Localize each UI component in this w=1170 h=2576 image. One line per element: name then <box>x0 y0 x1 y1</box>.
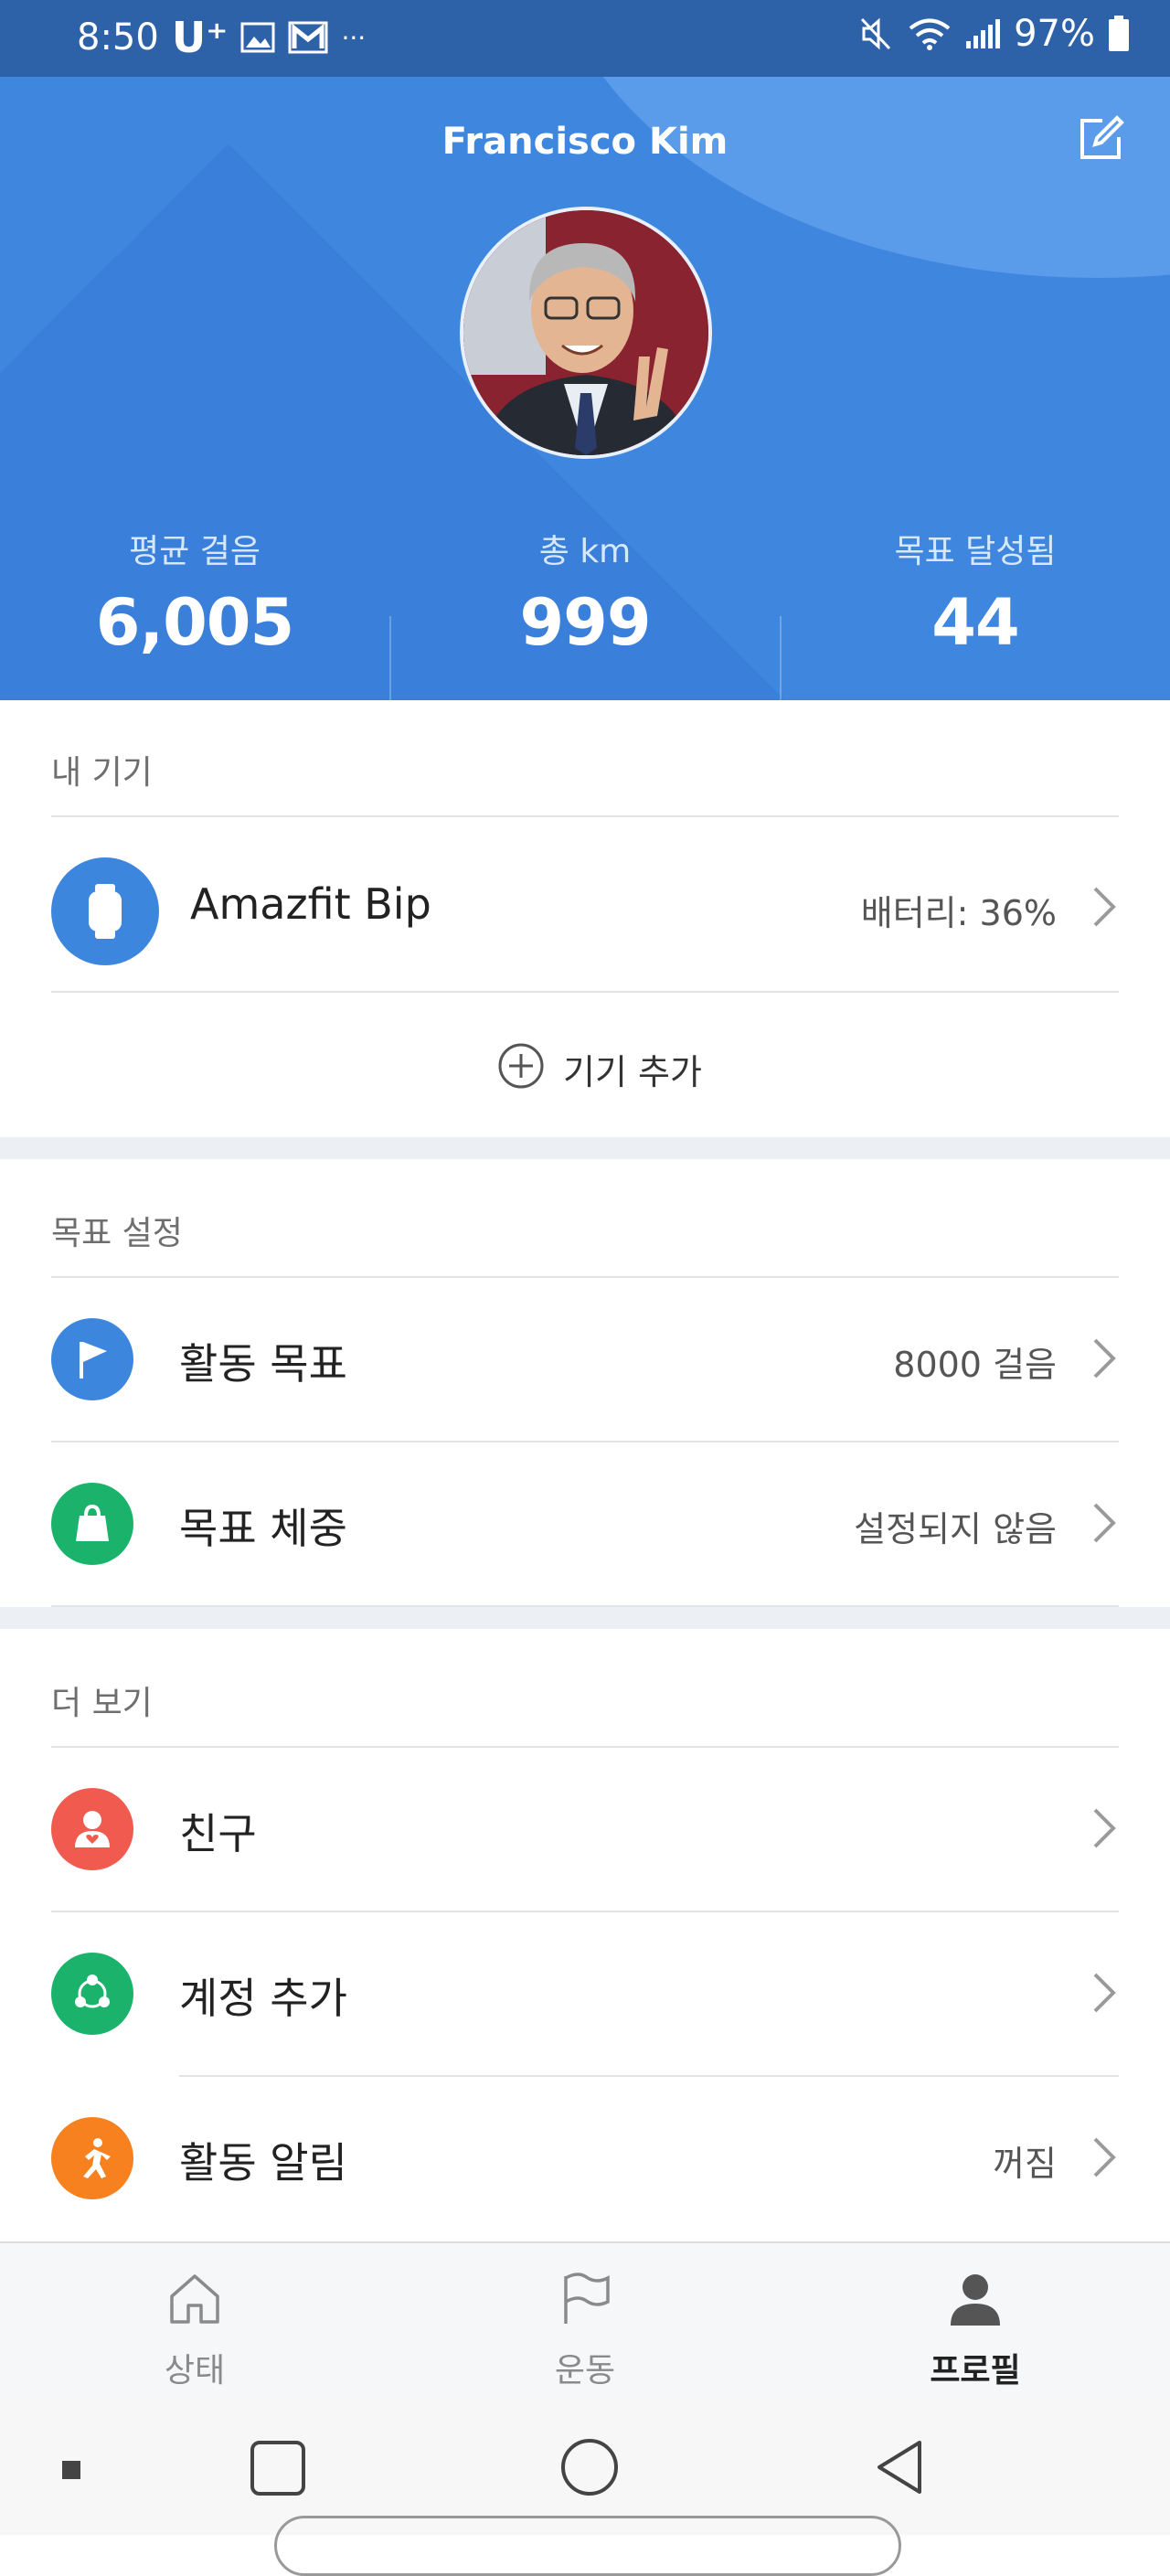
row-value: 8000 걸음 <box>893 1345 1057 1385</box>
more-notifications: ··· <box>341 22 367 53</box>
stat-goals-achieved: 목표 달성됨 44 <box>781 525 1170 660</box>
target-weight-row[interactable]: 목표 체중 설정되지 않음 <box>0 1442 1170 1605</box>
mute-icon <box>858 16 895 52</box>
home-button-icon[interactable] <box>559 2437 620 2497</box>
back-icon[interactable] <box>872 2437 927 2497</box>
row-label: 목표 체중 <box>179 1504 347 1553</box>
add-device-button[interactable]: 기기 추가 <box>0 993 1170 1137</box>
row-label: 계정 추가 <box>179 1974 347 2023</box>
more-section: 더 보기 친구 계정 추가 활동 알림 꺼짐 <box>0 1629 1170 2241</box>
chevron-right-icon <box>1093 1503 1116 1543</box>
activity-goal-row[interactable]: 활동 목표 8000 걸음 <box>0 1278 1170 1441</box>
recent-apps-icon[interactable] <box>249 2439 307 2497</box>
plus-circle-icon <box>498 1043 544 1089</box>
watch-icon <box>51 857 159 965</box>
system-nav-bar <box>0 2397 1170 2576</box>
stat-label: 평균 걸음 <box>129 533 261 570</box>
clock: 8:50 <box>77 16 159 59</box>
section-title: 내 기기 <box>51 754 153 792</box>
stat-value: 999 <box>519 585 651 660</box>
stat-label: 총 km <box>538 533 632 570</box>
row-value: 설정되지 않음 <box>854 1509 1057 1549</box>
weight-icon <box>51 1483 133 1565</box>
edit-profile-icon[interactable] <box>1075 113 1126 165</box>
chevron-right-icon <box>1093 1808 1116 1848</box>
tab-label: 상태 <box>164 2352 226 2390</box>
chevron-right-icon <box>1093 887 1116 927</box>
flag-icon <box>51 1318 133 1400</box>
running-icon <box>51 2117 133 2199</box>
row-value: 꺼짐 <box>993 2144 1057 2184</box>
stat-average-steps: 평균 걸음 6,005 <box>0 525 389 660</box>
row-label: 활동 알림 <box>179 2138 347 2187</box>
tab-status[interactable]: 상태 <box>0 2243 389 2399</box>
battery-percent: 97% <box>1014 13 1095 55</box>
row-label: 친구 <box>179 1809 257 1858</box>
row-label: 활동 목표 <box>179 1339 347 1389</box>
device-name: Amazfit Bip <box>190 879 431 929</box>
section-title: 목표 설정 <box>51 1215 183 1252</box>
my-devices-section: 내 기기 Amazfit Bip 배터리: 36% 기기 추가 <box>0 700 1170 1137</box>
stat-value: 44 <box>931 585 1019 660</box>
section-title: 더 보기 <box>51 1685 153 1722</box>
avatar[interactable] <box>460 207 712 459</box>
stats-row: 평균 걸음 6,005 총 km 999 목표 달성됨 44 <box>0 525 1170 700</box>
chevron-right-icon <box>1093 1338 1116 1378</box>
activity-alert-row[interactable]: 활동 알림 꺼짐 <box>0 2077 1170 2240</box>
link-accounts-icon <box>51 1953 133 2035</box>
chevron-right-icon <box>1093 2137 1116 2177</box>
stat-label: 목표 달성됨 <box>894 533 1057 570</box>
device-battery: 배터리: 36% <box>860 893 1057 933</box>
gesture-pill <box>274 2516 901 2576</box>
tab-label: 운동 <box>554 2352 616 2390</box>
wifi-icon <box>908 16 952 51</box>
mail-icon <box>288 21 328 54</box>
goal-settings-section: 목표 설정 활동 목표 8000 걸음 목표 체중 설정되지 않음 <box>0 1159 1170 1607</box>
tab-label: 프로필 <box>930 2352 1021 2390</box>
add-account-row[interactable]: 계정 추가 <box>0 1912 1170 2075</box>
chevron-right-icon <box>1093 1973 1116 2013</box>
add-device-label: 기기 추가 <box>563 1052 702 1092</box>
tab-workout[interactable]: 운동 <box>390 2243 780 2399</box>
battery-icon <box>1108 16 1130 52</box>
flag-icon <box>564 2273 610 2324</box>
home-icon <box>170 2274 219 2324</box>
friends-row[interactable]: 친구 <box>0 1748 1170 1911</box>
stat-value: 6,005 <box>95 585 294 660</box>
signal-icon <box>964 17 1001 50</box>
device-row[interactable]: Amazfit Bip 배터리: 36% <box>0 817 1170 987</box>
status-bar: 8:50 U⁺ ··· 97% <box>0 0 1170 77</box>
person-icon <box>951 2274 1000 2326</box>
user-name: Francisco Kim <box>441 121 729 163</box>
bottom-tab-bar: 상태 운동 프로필 <box>0 2241 1170 2399</box>
nav-dot-icon <box>62 2461 80 2479</box>
profile-header: Francisco Kim 평균 걸음 6,005 총 km 999 목표 달성… <box>0 77 1170 700</box>
friend-icon <box>51 1788 133 1870</box>
gallery-icon <box>240 22 275 53</box>
tab-profile[interactable]: 프로필 <box>781 2243 1170 2399</box>
carrier-label: U⁺ <box>171 13 229 62</box>
stat-total-km: 총 km 999 <box>390 525 780 660</box>
